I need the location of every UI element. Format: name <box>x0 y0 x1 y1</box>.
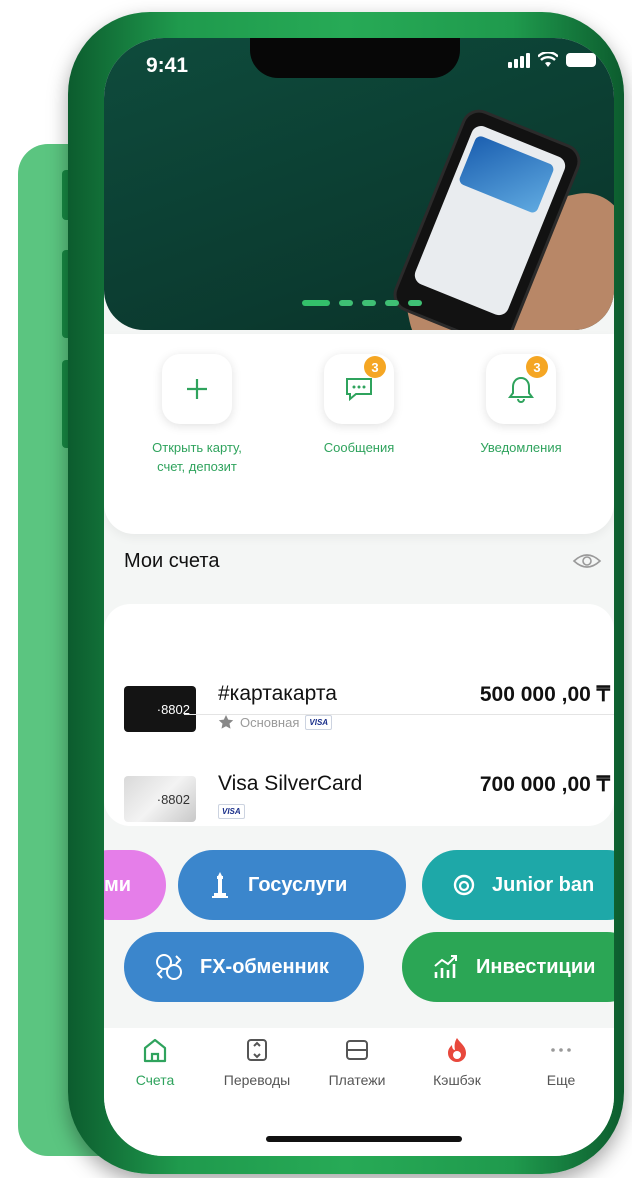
accounts-divider <box>184 714 614 715</box>
notch <box>250 38 460 78</box>
bell-icon[interactable]: 3 <box>486 354 556 424</box>
tab-label: Платежи <box>328 1072 386 1088</box>
tab-more[interactable]: Еще <box>516 1036 606 1088</box>
home-icon <box>143 1038 167 1063</box>
account-row[interactable]: ·8802 Visa SilverCard VISA 700 000 ,00 ₸ <box>104 758 614 858</box>
eye-icon[interactable] <box>572 552 602 570</box>
plus-icon[interactable] <box>162 354 232 424</box>
service-pill-partial[interactable]: ми <box>104 850 166 920</box>
carousel-dot[interactable] <box>362 300 376 306</box>
battery-icon <box>566 53 596 67</box>
carousel-dot[interactable] <box>385 300 399 306</box>
account-name: Visa SilverCard <box>218 772 363 795</box>
service-label: FX-обменник <box>200 955 329 978</box>
status-icons <box>508 52 596 68</box>
exchange-icon <box>156 954 182 980</box>
fire-icon <box>448 1038 466 1062</box>
more-icon <box>551 1048 571 1052</box>
wifi-icon <box>538 52 558 67</box>
signal-icon <box>508 52 530 68</box>
tab-label: Еще <box>546 1072 576 1088</box>
notifications-badge: 3 <box>526 356 548 378</box>
tab-label: Кэшбэк <box>433 1072 481 1088</box>
tab-payments[interactable]: Платежи <box>312 1036 402 1088</box>
tab-accounts[interactable]: Счета <box>110 1036 200 1088</box>
home-indicator <box>266 1136 462 1142</box>
open-card-label: Открыть карту, счет, депозит <box>152 440 242 474</box>
service-label: Инвестиции <box>476 955 596 978</box>
visa-logo: VISA <box>305 714 333 730</box>
quick-actions-panel: Открыть карту, счет, депозит 3 Сообщения… <box>104 334 614 534</box>
notifications-label: Уведомления <box>480 440 562 455</box>
account-row[interactable]: ·8802 #картакарта Основная VISA 500 000 … <box>104 668 614 768</box>
messages-label: Сообщения <box>323 440 395 455</box>
investments-pill[interactable]: Инвестиции <box>402 932 614 1002</box>
tab-transfers[interactable]: Переводы <box>212 1036 302 1088</box>
visa-logo: VISA <box>218 804 245 819</box>
service-label: Госуслуги <box>248 873 348 896</box>
carousel-dots[interactable] <box>302 300 422 306</box>
card-thumbnail: ·8802 <box>124 686 196 732</box>
tab-cashback[interactable]: Кэшбэк <box>412 1036 502 1088</box>
messages-action[interactable]: 3 Сообщения <box>274 354 444 457</box>
app-screen: 9:41 Открыть карту, счет, депозит 3 Сооб… <box>104 38 614 1156</box>
primary-tag: Основная <box>240 714 300 730</box>
transfer-icon <box>247 1039 267 1061</box>
gosuslugi-pill[interactable]: Госуслуги <box>178 850 406 920</box>
fx-exchange-pill[interactable]: FX-обменник <box>124 932 364 1002</box>
service-label: Junior ban <box>492 873 595 896</box>
junior-bank-pill[interactable]: Junior ban <box>422 850 614 920</box>
accounts-section-title: Мои счета <box>124 550 220 572</box>
chart-up-icon <box>434 955 457 978</box>
promo-banner[interactable]: 9:41 <box>104 38 614 330</box>
service-label: ми <box>104 873 132 896</box>
tab-label: Счета <box>135 1072 175 1088</box>
tab-label: Переводы <box>223 1072 291 1088</box>
messages-badge: 3 <box>364 356 386 378</box>
carousel-dot-active[interactable] <box>302 300 330 306</box>
status-time: 9:41 <box>146 54 189 77</box>
open-card-action[interactable]: Открыть карту, счет, депозит <box>112 354 282 476</box>
account-name: #картакарта <box>218 682 337 705</box>
star-icon <box>218 715 234 729</box>
notifications-action[interactable]: 3 Уведомления <box>436 354 606 457</box>
card-thumbnail: ·8802 <box>124 776 196 822</box>
account-balance: 500 000 ,00 ₸ <box>479 683 610 706</box>
account-meta: VISA <box>218 804 245 819</box>
account-balance: 700 000 ,00 ₸ <box>479 773 610 796</box>
account-meta: Основная VISA <box>218 714 333 730</box>
chat-icon[interactable]: 3 <box>324 354 394 424</box>
payment-icon <box>346 1040 368 1060</box>
junior-icon <box>453 874 475 896</box>
monument-icon <box>212 872 228 898</box>
accounts-list: ·8802 #картакарта Основная VISA 500 000 … <box>104 604 614 826</box>
carousel-dot[interactable] <box>339 300 353 306</box>
carousel-dot[interactable] <box>408 300 422 306</box>
